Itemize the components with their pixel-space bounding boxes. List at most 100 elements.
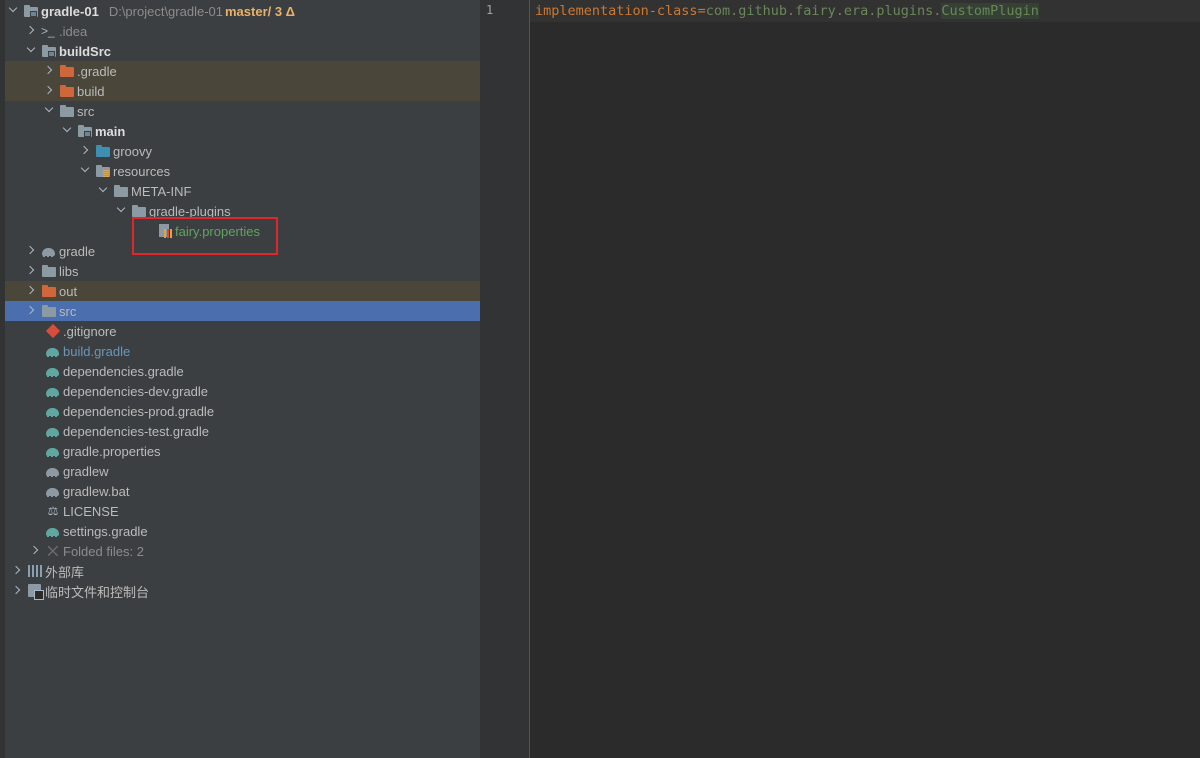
tree-item-label: buildSrc [59, 43, 112, 59]
tree-item-label: dependencies-test.gradle [63, 423, 209, 439]
chevron-right-icon[interactable] [77, 141, 95, 161]
tree-item-label: src [59, 303, 77, 319]
license-icon: ⚖ [47, 504, 59, 518]
chevron-down-icon[interactable] [23, 41, 41, 61]
module-folder-icon [77, 123, 93, 139]
folder-icon [113, 183, 129, 199]
tree-item-gradle-properties[interactable]: gradle.properties [5, 441, 480, 461]
chevron-right-icon[interactable] [41, 81, 59, 101]
tree-item-gradlew-bat[interactable]: gradlew.bat [5, 481, 480, 501]
tree-item-buildsrc-src[interactable]: src [5, 101, 480, 121]
gradle-icon [45, 423, 61, 439]
tree-item-label: dependencies.gradle [63, 363, 184, 379]
tree-item-label: LICENSE [63, 503, 119, 519]
gradle-icon [45, 363, 61, 379]
tree-item-resources[interactable]: resources [5, 161, 480, 181]
gradle-icon [45, 383, 61, 399]
tree-item-label: build [77, 83, 105, 99]
property-value-class: CustomPlugin [941, 3, 1039, 19]
tree-item-label: src [77, 103, 95, 119]
tree-item-label: settings.gradle [63, 523, 148, 539]
tree-item-gitignore[interactable]: .gitignore [5, 321, 480, 341]
tree-item-root[interactable]: gradle-01 D:\project\gradle-01 master/ 3… [5, 1, 480, 21]
tree-item-label: 外部库 [45, 564, 85, 580]
tree-item-label: gradlew.bat [63, 483, 130, 499]
chevron-down-icon[interactable] [95, 181, 113, 201]
property-value-package: com.github.fairy.era.plugins. [705, 3, 942, 19]
chevron-down-icon[interactable] [5, 1, 23, 21]
library-icon [27, 563, 43, 579]
tree-item-build[interactable]: build [5, 81, 480, 101]
tree-item-main[interactable]: main [5, 121, 480, 141]
tree-item-dependencies-prod-gradle[interactable]: dependencies-prod.gradle [5, 401, 480, 421]
resources-folder-icon [95, 163, 111, 179]
chevron-right-icon[interactable] [23, 21, 41, 41]
code-editor[interactable]: 1 implementation-class=com.github.fairy.… [480, 0, 1200, 758]
tree-item-label: Folded files: 2 [63, 543, 144, 559]
tree-item-label: groovy [113, 143, 153, 159]
tree-item-label: out [59, 283, 78, 299]
tree-item-idea[interactable]: >_ .idea [5, 21, 480, 41]
gradle-icon [45, 403, 61, 419]
chevron-right-icon[interactable] [27, 541, 45, 561]
module-folder-icon [23, 3, 39, 19]
tree-item-label: gradle [59, 243, 96, 259]
scratch-icon [27, 583, 44, 600]
tree-item-label: libs [59, 263, 79, 279]
chevron-right-icon[interactable] [23, 241, 41, 261]
tree-item-external-libraries[interactable]: 外部库 [5, 561, 480, 581]
project-path: D:\project\gradle-01 [108, 3, 223, 19]
chevron-right-icon[interactable] [9, 561, 27, 581]
git-icon [45, 323, 61, 339]
code-line-1[interactable]: implementation-class=com.github.fairy.er… [535, 3, 1039, 19]
chevron-right-icon[interactable] [23, 261, 41, 281]
gradle-icon [45, 443, 61, 459]
chevron-right-icon[interactable] [23, 281, 41, 301]
tree-item-scratches[interactable]: 临时文件和控制台 [5, 581, 480, 601]
idea-folder-icon: >_ [41, 24, 55, 38]
module-folder-icon [41, 43, 57, 59]
tree-item-buildsrc[interactable]: buildSrc [5, 41, 480, 61]
tree-item-dependencies-dev-gradle[interactable]: dependencies-dev.gradle [5, 381, 480, 401]
folder-icon [41, 303, 57, 319]
tree-item-dot-gradle[interactable]: .gradle [5, 61, 480, 81]
chevron-down-icon[interactable] [59, 121, 77, 141]
chevron-right-icon[interactable] [9, 581, 27, 601]
excluded-folder-icon [41, 283, 57, 299]
tree-item-out[interactable]: out [5, 281, 480, 301]
gradle-folder-icon [41, 243, 57, 259]
chevron-down-icon[interactable] [113, 201, 131, 221]
tree-item-libs[interactable]: libs [5, 261, 480, 281]
tree-item-src-selected[interactable]: src [5, 301, 480, 321]
tree-item-dependencies-gradle[interactable]: dependencies.gradle [5, 361, 480, 381]
excluded-folder-icon [59, 63, 75, 79]
chevron-down-icon[interactable] [41, 101, 59, 121]
tree-item-gradlew[interactable]: gradlew [5, 461, 480, 481]
chevron-down-icon[interactable] [77, 161, 95, 181]
folded-icon [45, 543, 61, 559]
project-tool-window: gradle-01 D:\project\gradle-01 master/ 3… [0, 0, 480, 758]
tree-item-label: gradle.properties [63, 443, 161, 459]
tree-item-label: .gradle [77, 63, 117, 79]
chevron-right-icon[interactable] [41, 61, 59, 81]
chevron-right-icon[interactable] [23, 301, 41, 321]
project-name: gradle-01 [41, 3, 99, 19]
folder-icon [41, 263, 57, 279]
tree-item-groovy[interactable]: groovy [5, 141, 480, 161]
tree-item-license[interactable]: ⚖ LICENSE [5, 501, 480, 521]
tree-item-label: dependencies-prod.gradle [63, 403, 215, 419]
property-equals: = [697, 3, 706, 19]
tree-item-label: build.gradle [63, 343, 131, 359]
line-number: 1 [486, 3, 494, 17]
tree-item-build-gradle[interactable]: build.gradle [5, 341, 480, 361]
tree-item-meta-inf[interactable]: META-INF [5, 181, 480, 201]
tree-item-settings-gradle[interactable]: settings.gradle [5, 521, 480, 541]
tree-item-label: gradlew [63, 463, 109, 479]
tree-item-dependencies-test-gradle[interactable]: dependencies-test.gradle [5, 421, 480, 441]
gradle-icon [45, 523, 61, 539]
tree-item-label: 临时文件和控制台 [45, 584, 150, 600]
tree-item-folded-files[interactable]: Folded files: 2 [5, 541, 480, 561]
editor-gutter: 1 [480, 0, 530, 758]
folder-icon [59, 103, 75, 119]
tree-item-label: .idea [59, 23, 88, 39]
